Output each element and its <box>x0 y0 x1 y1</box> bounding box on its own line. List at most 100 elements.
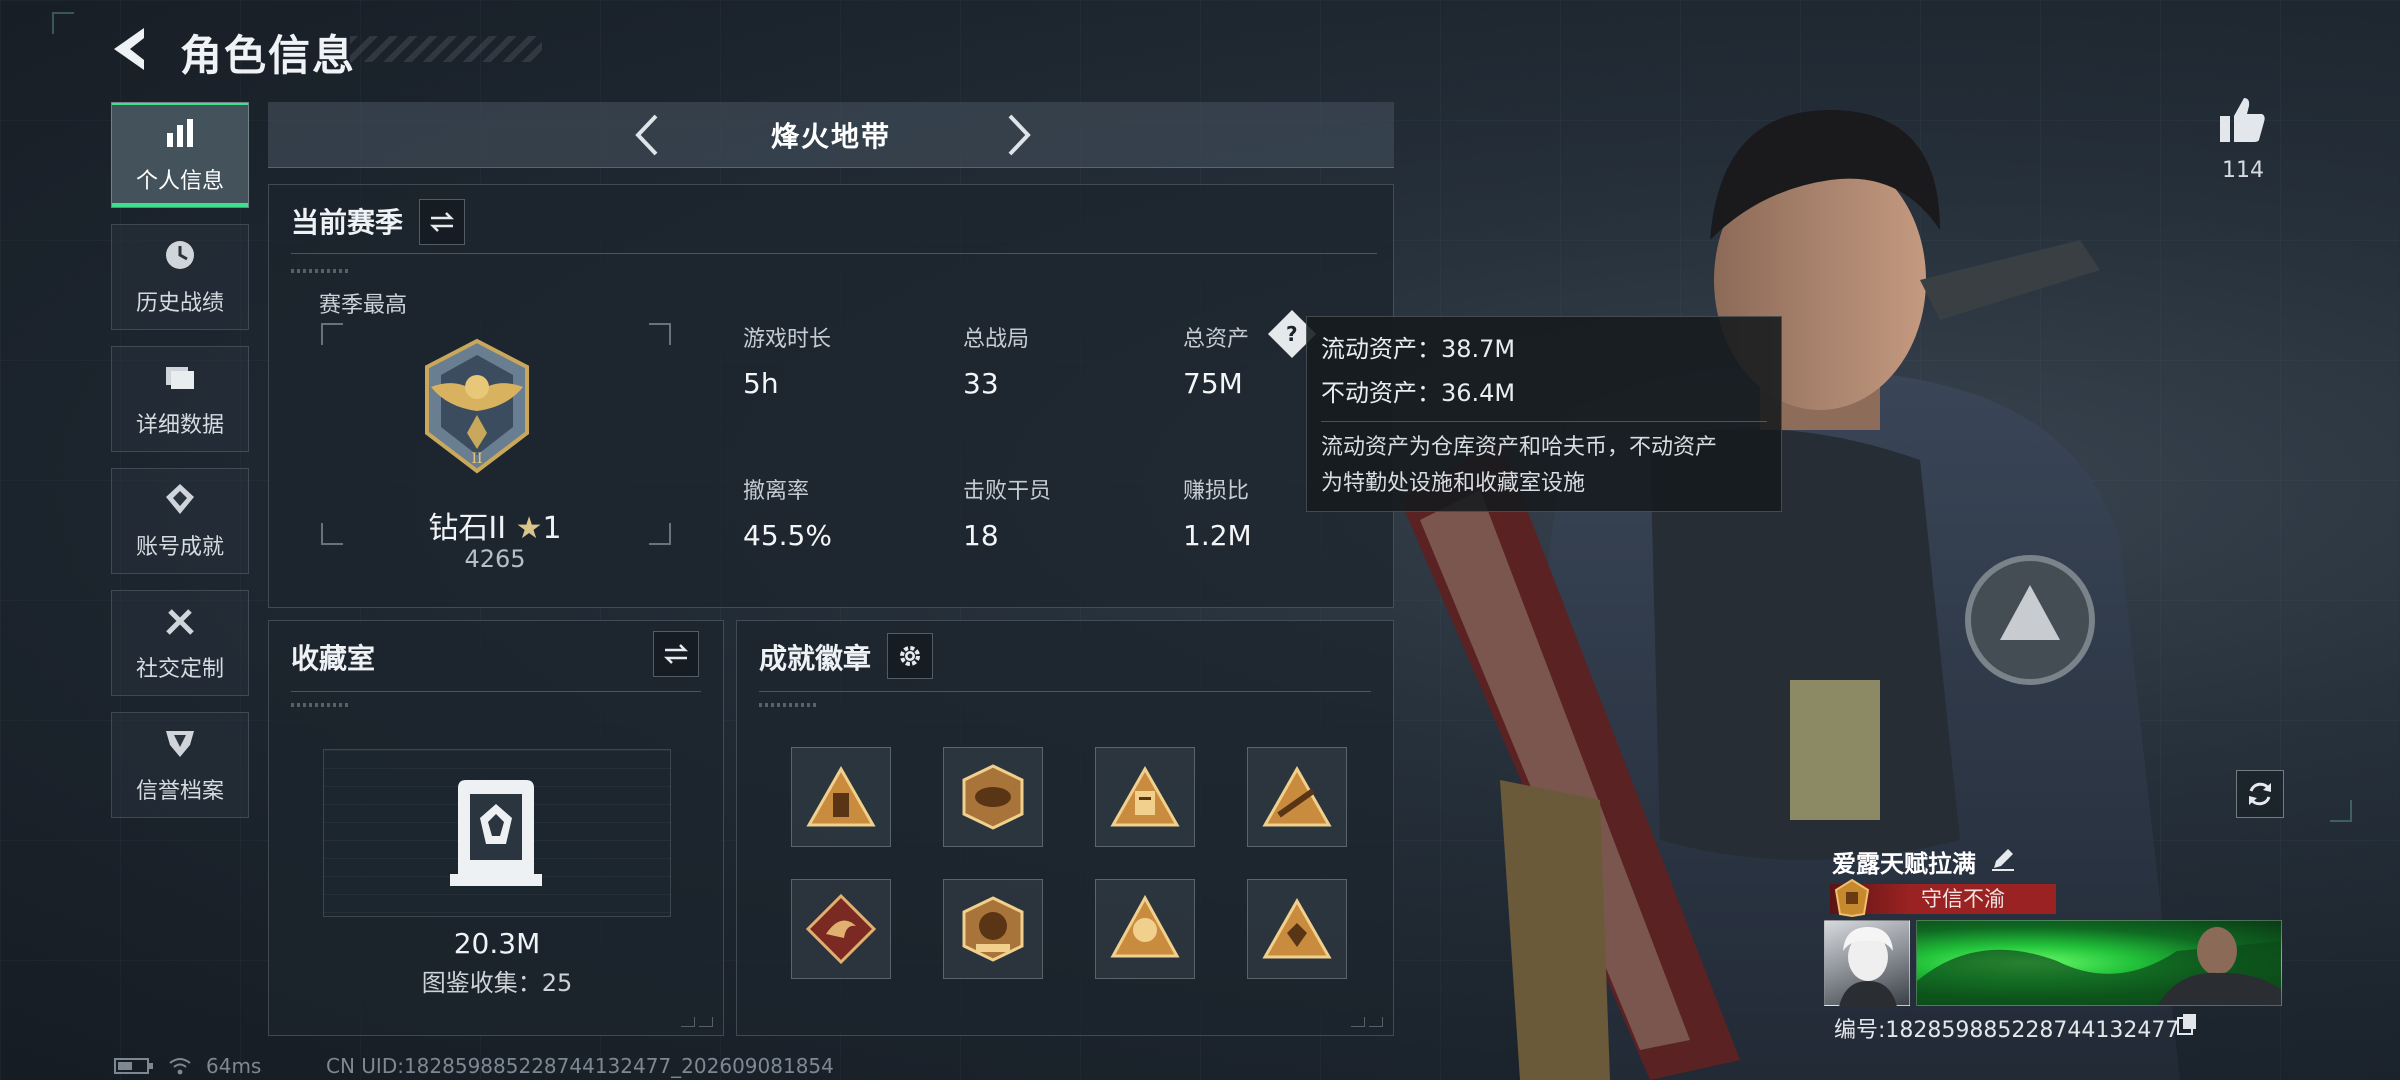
achievement-badge[interactable] <box>943 879 1043 979</box>
stat-extract-rate: 撤离率 45.5% <box>743 473 832 552</box>
badge-2026-icon <box>962 896 1024 962</box>
achievement-badge[interactable] <box>791 747 891 847</box>
player-name: 爱露天赋拉满 <box>1832 850 1976 878</box>
collection-title: 收藏室 <box>291 642 376 675</box>
season-best-label: 赛季最高 <box>319 293 408 318</box>
uid-text: CN UID:182859885228744132477_20260908185… <box>326 1054 834 1078</box>
player-card-banner[interactable] <box>1916 920 2282 1006</box>
season-panel: 当前赛季 赛季最高 II 钻石II ★1 4265 游戏时长 5h 总战局 33… <box>268 184 1394 608</box>
prev-mode-button[interactable] <box>626 112 672 158</box>
stat-total-matches: 总战局 33 <box>963 321 1029 400</box>
divider <box>291 691 701 692</box>
stat-label: 总战局 <box>963 327 1030 352</box>
stat-total-assets: 总资产 75M <box>1183 321 1249 400</box>
edit-name-button[interactable] <box>1990 846 2016 872</box>
stat-playtime: 游戏时长 5h <box>743 321 831 400</box>
badges-panel: 成就徽章 <box>736 620 1394 1036</box>
badge-emblem-icon <box>962 764 1024 830</box>
season-title: 当前赛季 <box>291 206 404 239</box>
nav-item-social[interactable]: 社交定制 <box>111 590 249 696</box>
bar-chart-icon <box>160 113 200 153</box>
collection-switch-button[interactable] <box>653 631 699 677</box>
mode-title: 烽火地带 <box>770 119 891 153</box>
badges-settings-button[interactable] <box>887 633 933 679</box>
achievement-badge[interactable] <box>1247 879 1347 979</box>
copy-icon <box>2177 1014 2196 1035</box>
nav-item-history[interactable]: 历史战绩 <box>111 224 249 330</box>
collection-preview[interactable] <box>323 749 671 917</box>
stat-value: 5h <box>743 367 779 400</box>
like-button[interactable] <box>2218 96 2268 144</box>
nav-item-achievements[interactable]: 账号成就 <box>111 468 249 574</box>
tooltip-fixed-assets: 不动资产：36.4M <box>1321 379 1516 407</box>
back-arrow-icon <box>114 28 144 70</box>
nav-label: 账号成就 <box>135 535 224 560</box>
achievement-badge[interactable] <box>791 879 891 979</box>
next-mode-button[interactable] <box>994 112 1040 158</box>
title-emblem-icon <box>1834 878 1870 918</box>
assets-tooltip: 流动资产：38.7M 不动资产：36.4M 流动资产为仓库资产和哈夫币，不动资产… <box>1306 316 1782 512</box>
nav-item-detailed-data[interactable]: 详细数据 <box>111 346 249 452</box>
corner-mark <box>2330 800 2352 822</box>
thumbs-up-icon <box>2220 98 2265 142</box>
tooltip-liquid-assets: 流动资产：38.7M <box>1321 335 1516 363</box>
badge-triangle-icon <box>806 765 876 827</box>
divider <box>1321 421 1767 422</box>
badge-fist-icon <box>1110 894 1180 958</box>
back-button[interactable] <box>108 24 156 74</box>
swap-icon <box>429 212 455 232</box>
achievement-icon <box>160 479 200 519</box>
folder-icon <box>160 357 200 397</box>
nav-label: 个人信息 <box>135 169 224 194</box>
nav-label: 社交定制 <box>135 657 224 682</box>
achievement-badge[interactable] <box>1095 747 1195 847</box>
nav-label: 详细数据 <box>135 413 224 438</box>
nav-item-personal-info[interactable]: 个人信息 <box>111 102 249 208</box>
achievement-badge[interactable] <box>1247 747 1347 847</box>
sidebar-nav: 个人信息 历史战绩 详细数据 账号成就 社交定制 信誉档案 <box>111 102 249 834</box>
nav-item-credit[interactable]: 信誉档案 <box>111 712 249 818</box>
rank-stars: 1 <box>542 511 562 546</box>
rank-name: 钻石II ★1 <box>269 503 721 547</box>
corner-mark <box>52 12 74 34</box>
stat-label: 击败干员 <box>963 479 1052 504</box>
avatar[interactable] <box>1824 920 1910 1007</box>
stat-value: 75M <box>1183 367 1243 400</box>
season-switch-button[interactable] <box>419 199 465 245</box>
tools-icon <box>160 601 200 641</box>
collection-count: 图鉴收集：25 <box>421 969 573 997</box>
copy-id-button[interactable] <box>2176 1012 2198 1036</box>
divider <box>759 691 1371 692</box>
nav-label: 历史战绩 <box>135 291 224 316</box>
tick-decoration <box>759 703 819 707</box>
star-icon: ★ <box>515 511 543 546</box>
mode-selector: 烽火地带 <box>268 102 1394 168</box>
chevron-left-icon <box>635 114 658 156</box>
rank-score: 4265 <box>464 545 526 573</box>
tick-decoration <box>291 269 351 273</box>
like-count: 114 <box>2222 158 2264 183</box>
achievement-badge[interactable] <box>943 747 1043 847</box>
achievement-badge[interactable] <box>1095 879 1195 979</box>
history-clock-icon <box>160 235 200 275</box>
stat-value: 18 <box>963 519 999 552</box>
vault-icon <box>450 780 542 886</box>
badge-dragon-icon <box>806 894 876 964</box>
refresh-icon <box>2249 782 2271 806</box>
badges-title: 成就徽章 <box>759 642 872 675</box>
stat-profit-ratio: 赚损比 1.2M <box>1183 473 1252 552</box>
ping-value: 64ms <box>206 1054 262 1078</box>
player-id: 编号:182859885228744132477 <box>1834 1018 2180 1043</box>
rotate-view-button[interactable] <box>2236 770 2284 818</box>
stat-label: 游戏时长 <box>743 327 832 352</box>
status-bar: 64ms <box>114 1054 261 1078</box>
stat-value: 33 <box>963 367 999 400</box>
svg-text:II: II <box>471 451 482 467</box>
badge-gem-icon <box>1262 897 1332 959</box>
nav-label: 信誉档案 <box>135 779 224 804</box>
rank-badge-icon: II <box>417 337 537 475</box>
tick-decoration <box>291 703 351 707</box>
page-title: 角色信息 <box>180 31 357 80</box>
title-decoration <box>350 36 542 62</box>
stat-label: 总资产 <box>1183 327 1250 352</box>
